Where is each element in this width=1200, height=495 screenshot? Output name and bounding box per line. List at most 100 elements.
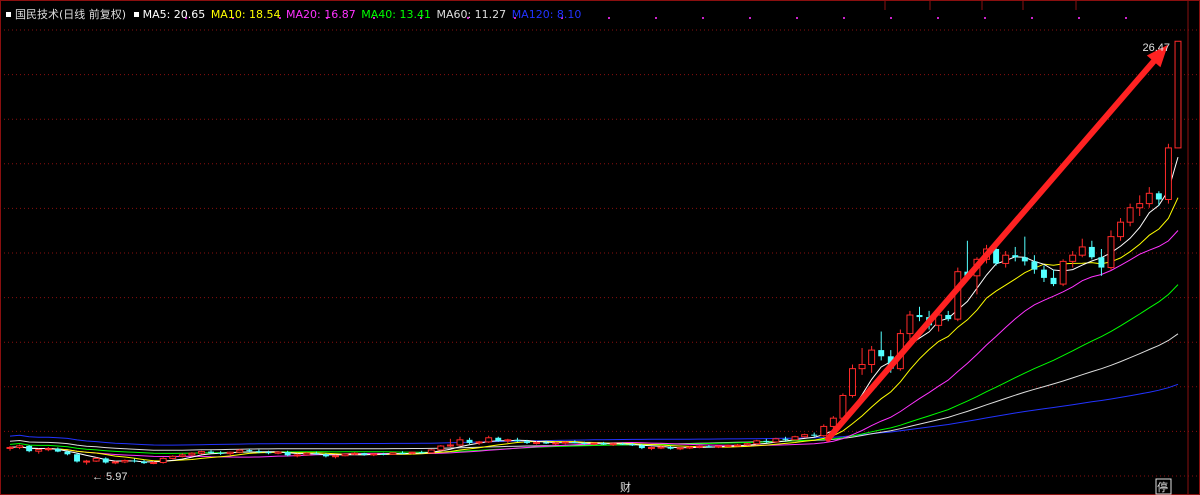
candle-body xyxy=(246,450,253,452)
candle-body xyxy=(858,364,866,370)
halt-marker: 停 xyxy=(1157,480,1168,494)
candle-down xyxy=(1012,246,1019,262)
candle-body xyxy=(322,454,329,457)
candle-body xyxy=(811,434,818,436)
candle-body xyxy=(475,441,483,444)
candle-up xyxy=(1164,143,1172,204)
kline-chart[interactable]: 国民技术(日线 前复权) MA5: 20.65 MA10: 18.54 MA20… xyxy=(0,0,1200,495)
top-marker xyxy=(796,17,798,19)
legend-square-icon xyxy=(6,12,11,17)
candle-body xyxy=(906,314,914,335)
candle-body xyxy=(1136,203,1144,209)
candle-down xyxy=(1088,240,1095,260)
candle-up xyxy=(734,443,742,447)
top-marker xyxy=(843,17,845,19)
candle-body xyxy=(791,436,799,441)
top-marker xyxy=(890,17,892,19)
candle-down xyxy=(131,458,138,463)
candle-down xyxy=(1155,191,1162,206)
candle-body xyxy=(1040,269,1047,278)
ma120-line xyxy=(9,383,1179,446)
candle-body xyxy=(169,455,177,459)
top-marker xyxy=(984,17,986,19)
candle-body xyxy=(341,453,349,457)
candle-down xyxy=(1098,249,1105,276)
candle-up xyxy=(198,450,205,455)
candle-body xyxy=(111,461,119,464)
candle-body xyxy=(1155,193,1162,200)
candle-body xyxy=(667,447,674,449)
candle-down xyxy=(1040,265,1047,283)
candle-body xyxy=(83,460,91,463)
candle-up xyxy=(561,441,569,445)
candle-up xyxy=(475,440,483,445)
candle-up xyxy=(169,455,177,460)
top-marker xyxy=(1125,17,1127,19)
candle-body xyxy=(150,462,158,465)
candle-body xyxy=(820,425,828,437)
top-marker xyxy=(749,17,751,19)
candle-body xyxy=(370,453,378,456)
candle-up xyxy=(1145,187,1153,208)
ma5-line xyxy=(9,156,1179,463)
candle-body xyxy=(849,368,856,396)
candle-body xyxy=(629,444,636,446)
candle-down xyxy=(916,306,923,322)
candle-body xyxy=(590,442,598,445)
finance-marker: 财 xyxy=(620,480,631,494)
candle-body xyxy=(141,461,148,464)
top-marker xyxy=(1078,17,1080,19)
candle-body xyxy=(743,443,751,446)
candle-body xyxy=(332,455,339,458)
candle-up xyxy=(178,453,186,458)
candle-body xyxy=(714,445,722,448)
candle-up xyxy=(427,449,435,454)
candle-up xyxy=(485,435,493,443)
candle-body xyxy=(121,459,129,463)
candle-down xyxy=(102,457,109,464)
candle-body xyxy=(446,444,454,447)
candle-up xyxy=(226,451,234,456)
candle-body xyxy=(705,446,712,448)
top-marker xyxy=(1031,17,1033,19)
candle-body xyxy=(159,457,167,464)
candle-body xyxy=(427,449,435,454)
candle-up xyxy=(111,461,119,465)
candle-body xyxy=(26,445,33,452)
candle-up xyxy=(1117,218,1125,241)
candle-body xyxy=(6,446,14,449)
candle-body xyxy=(35,449,43,452)
candle-body xyxy=(945,315,952,320)
candle-up xyxy=(456,436,464,447)
candle-body xyxy=(274,451,282,454)
candle-down xyxy=(54,447,61,453)
candle-down xyxy=(667,446,674,450)
candle-body xyxy=(1012,255,1019,258)
candle-up xyxy=(1078,238,1086,258)
candle-body xyxy=(313,453,320,455)
top-marker xyxy=(937,17,939,19)
candle-down xyxy=(26,444,33,453)
candle-up xyxy=(1069,251,1077,268)
candle-up xyxy=(159,457,167,464)
candle-up xyxy=(6,446,14,451)
candle-body xyxy=(16,445,24,448)
candle-body xyxy=(44,448,52,451)
candle-body xyxy=(753,440,761,445)
ma60-label: MA60: 11.27 xyxy=(436,8,507,21)
candle-body xyxy=(734,444,742,447)
candle-body xyxy=(293,454,301,457)
candle-body xyxy=(178,454,186,457)
candle-down xyxy=(878,331,885,361)
candle-up xyxy=(341,453,349,457)
candle-up xyxy=(188,452,196,457)
candle-body xyxy=(609,443,617,446)
candle-up xyxy=(647,446,655,451)
top-marker xyxy=(655,17,657,19)
candle-up xyxy=(16,444,24,450)
candle-body xyxy=(495,437,502,441)
low-price-label: ← 5.97 xyxy=(92,471,127,483)
chart-canvas[interactable]: 26.47 ← 5.97 财 停 xyxy=(0,0,1200,495)
candle-body xyxy=(695,445,703,448)
candle-body xyxy=(676,447,684,450)
